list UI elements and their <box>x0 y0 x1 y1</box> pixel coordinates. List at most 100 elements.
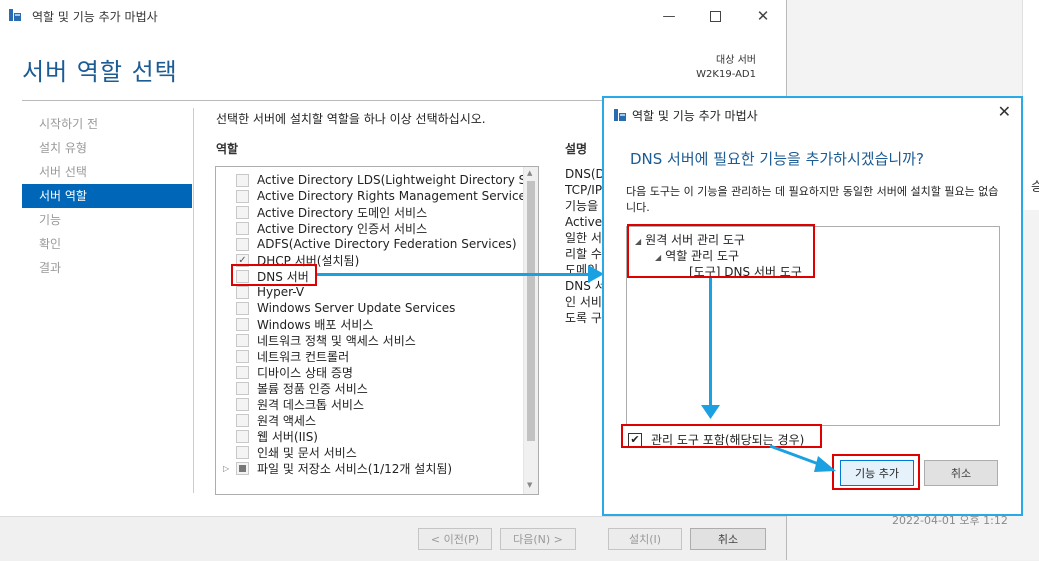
target-server-info: 대상 서버 W2K19-AD1 <box>696 54 756 82</box>
dialog-heading: DNS 서버에 필요한 기능을 추가하시겠습니까? <box>630 150 924 168</box>
roles-label: 역할 <box>216 142 239 156</box>
role-item[interactable]: 원격 데스크톱 서비스 <box>216 396 526 412</box>
role-checkbox[interactable] <box>236 445 249 459</box>
wizard-nav: 시작하기 전 설치 유형 서버 선택 서버 역할 기능 확인 결과 <box>22 112 192 280</box>
role-label: Windows 배포 서비스 <box>257 317 374 332</box>
scroll-up-icon[interactable]: ▲ <box>527 169 532 177</box>
nav-item-server-selection[interactable]: 서버 선택 <box>22 160 192 184</box>
server-manager-icon <box>614 109 626 121</box>
role-item[interactable]: Hyper-V <box>216 284 526 300</box>
role-label: 네트워크 컨트롤러 <box>257 349 350 364</box>
role-item[interactable]: Active Directory 도메인 서비스 <box>216 204 526 220</box>
next-button[interactable]: 다음(N) > <box>500 528 576 550</box>
role-item[interactable]: Active Directory LDS(Lightweight Directo… <box>216 172 526 188</box>
nav-item-installation-type[interactable]: 설치 유형 <box>22 136 192 160</box>
role-checkbox[interactable] <box>236 381 249 395</box>
target-server-name: W2K19-AD1 <box>696 69 756 80</box>
role-checkbox-partial[interactable] <box>236 461 249 475</box>
scrollbar-thumb[interactable] <box>527 181 535 441</box>
background-text: 승 <box>1031 180 1039 195</box>
arrow-line <box>317 273 592 276</box>
role-label: 원격 액세스 <box>257 413 317 428</box>
description-line: 도록 구 <box>565 311 602 325</box>
tree-highlight <box>627 224 815 278</box>
role-item[interactable]: 디바이스 상태 증명 <box>216 364 526 380</box>
role-checkbox[interactable] <box>236 317 249 331</box>
minimize-icon: — <box>662 8 676 24</box>
maximize-button[interactable] <box>692 0 738 32</box>
role-item[interactable]: ADFS(Active Directory Federation Service… <box>216 236 526 252</box>
minimize-button[interactable]: — <box>646 0 692 32</box>
arrow-diagonal-icon <box>769 444 836 472</box>
description-line: Active D <box>565 215 603 229</box>
role-checkbox[interactable] <box>236 285 249 299</box>
role-item[interactable]: Windows Server Update Services <box>216 300 526 316</box>
dialog-cancel-button[interactable]: 취소 <box>924 460 998 486</box>
role-label: ADFS(Active Directory Federation Service… <box>257 237 517 251</box>
role-checkbox[interactable] <box>236 205 249 219</box>
role-checkbox[interactable] <box>236 333 249 347</box>
description-line: DNS(Do <box>565 167 603 181</box>
role-label: Active Directory 인증서 서비스 <box>257 221 428 236</box>
role-checkbox[interactable] <box>236 189 249 203</box>
server-manager-icon <box>9 9 21 21</box>
nav-item-features: 기능 <box>39 213 62 227</box>
nav-item-server-roles[interactable]: 서버 역할 <box>22 184 192 208</box>
close-button[interactable]: ✕ <box>740 0 786 32</box>
role-checkbox[interactable] <box>236 397 249 411</box>
role-label: 인쇄 및 문서 서비스 <box>257 445 357 460</box>
nav-item-before-you-begin[interactable]: 시작하기 전 <box>22 112 192 136</box>
role-item[interactable]: 원격 액세스 <box>216 412 526 428</box>
install-button[interactable]: 설치(I) <box>608 528 682 550</box>
role-checkbox[interactable] <box>236 429 249 443</box>
role-item[interactable]: 네트워크 정책 및 액세스 서비스 <box>216 332 526 348</box>
dialog-close-button[interactable]: ✕ <box>998 102 1011 121</box>
role-label: 볼륨 정품 인증 서비스 <box>257 381 368 396</box>
role-checkbox[interactable] <box>236 221 249 235</box>
description-line: TCP/IP <box>565 183 603 197</box>
role-label: Hyper-V <box>257 285 305 299</box>
role-item[interactable]: Active Directory Rights Management Servi… <box>216 188 526 204</box>
roles-list[interactable]: Active Directory LDS(Lightweight Directo… <box>215 166 539 495</box>
role-description: DNS(Do TCP/IP 기능을 Active D 일한 서 리할 수 도메인… <box>565 166 603 326</box>
role-item[interactable]: 네트워크 컨트롤러 <box>216 348 526 364</box>
dialog-message: 다음 도구는 이 기능을 관리하는 데 필요하지만 동일한 서버에 설치할 필요… <box>626 185 999 214</box>
window-title: 역할 및 기능 추가 마법사 <box>32 10 158 24</box>
role-label: Active Directory 도메인 서비스 <box>257 205 428 220</box>
role-label: 디바이스 상태 증명 <box>257 365 353 380</box>
role-checkbox[interactable] <box>236 301 249 315</box>
role-checkbox[interactable] <box>236 237 249 251</box>
roles-scrollbar[interactable]: ▲ ▼ <box>523 167 538 494</box>
role-item[interactable]: 볼륨 정품 인증 서비스 <box>216 380 526 396</box>
nav-separator <box>193 108 194 493</box>
page-title: 서버 역할 선택 <box>22 58 178 86</box>
role-checkbox[interactable] <box>236 365 249 379</box>
role-label: Windows Server Update Services <box>257 301 456 315</box>
description-line: 리할 수 <box>565 247 602 261</box>
role-item[interactable]: Active Directory 인증서 서비스 <box>216 220 526 236</box>
role-checkbox[interactable] <box>236 349 249 363</box>
close-icon: ✕ <box>756 7 770 25</box>
scroll-down-icon[interactable]: ▼ <box>527 481 532 489</box>
role-label: 웹 서버(IIS) <box>257 429 318 444</box>
close-icon: ✕ <box>997 102 1011 121</box>
description-label: 설명 <box>565 142 588 156</box>
role-item[interactable]: ▷ 파일 및 저장소 서비스(1/12개 설치됨) <box>216 460 526 476</box>
role-checkbox[interactable] <box>236 413 249 427</box>
arrow-line <box>709 278 712 408</box>
role-item[interactable]: 인쇄 및 문서 서비스 <box>216 444 526 460</box>
role-item[interactable]: Windows 배포 서비스 <box>216 316 526 332</box>
dns-server-highlight <box>231 264 317 286</box>
previous-button[interactable]: < 이전(P) <box>418 528 492 550</box>
expand-icon[interactable]: ▷ <box>223 464 229 473</box>
role-label: 원격 데스크톱 서비스 <box>257 397 364 412</box>
role-label: 파일 및 저장소 서비스(1/12개 설치됨) <box>257 461 453 476</box>
role-checkbox[interactable] <box>236 173 249 187</box>
title-bar: 역할 및 기능 추가 마법사 — ✕ <box>0 0 786 32</box>
description-line: 기능을 <box>565 199 599 213</box>
cancel-button[interactable]: 취소 <box>690 528 766 550</box>
description-line: 인 서비 <box>565 295 602 309</box>
role-item[interactable]: 웹 서버(IIS) <box>216 428 526 444</box>
page-header: 서버 역할 선택 대상 서버 W2K19-AD1 <box>0 32 786 98</box>
role-label: Active Directory Rights Management Servi… <box>257 189 526 203</box>
